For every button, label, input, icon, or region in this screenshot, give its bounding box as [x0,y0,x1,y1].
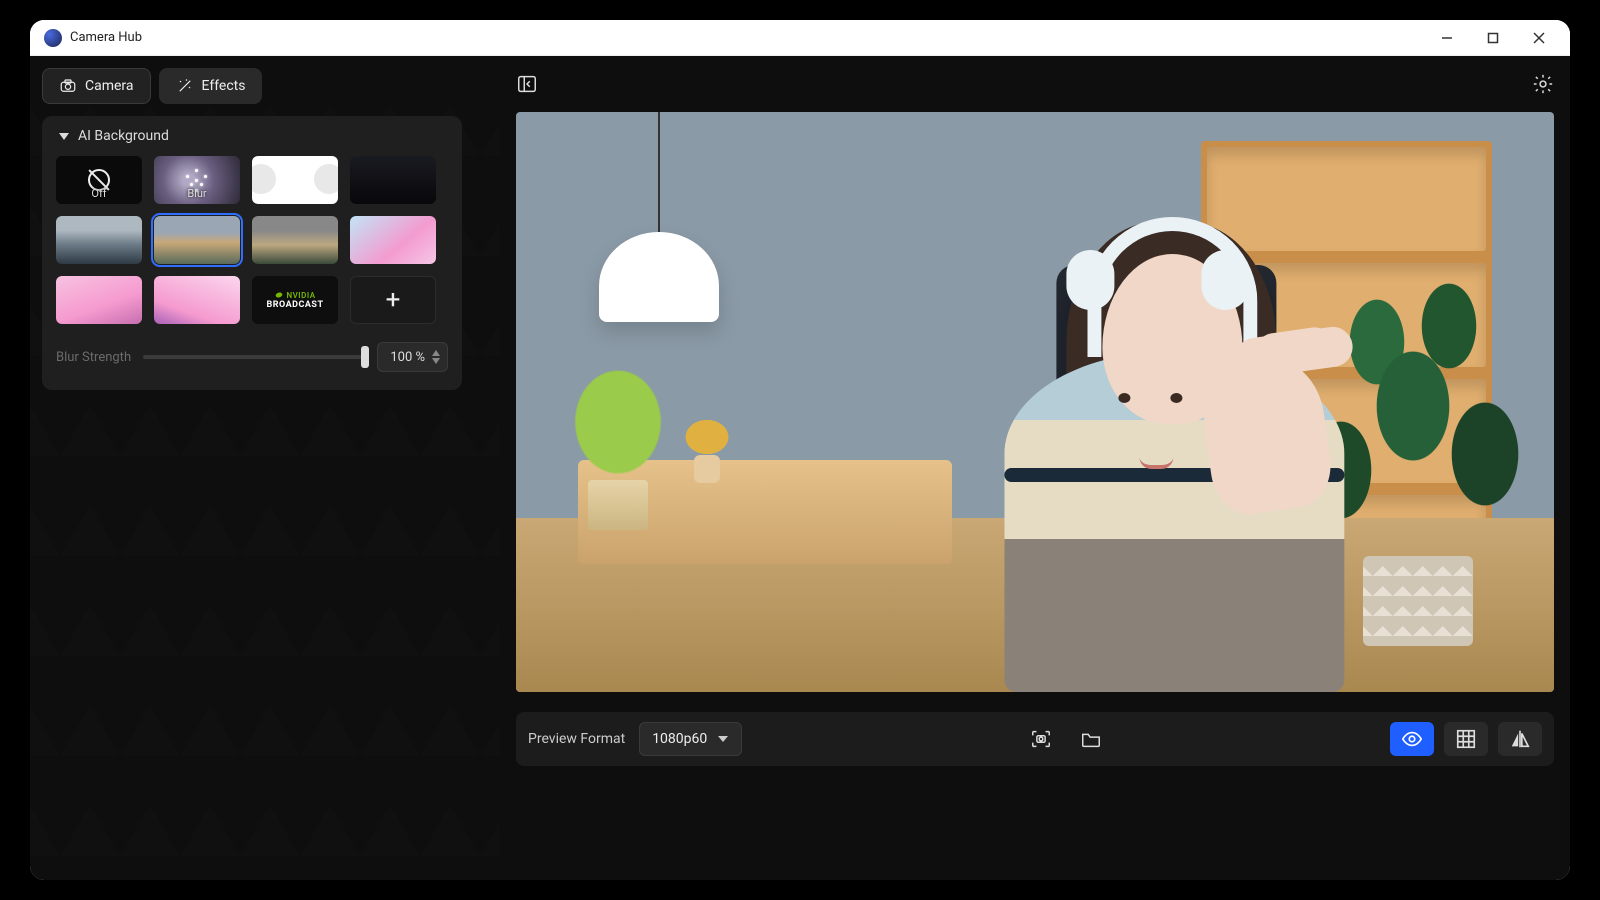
app-window: Camera Hub Camera Effects [30,20,1570,880]
blur-strength-label: Blur Strength [56,350,131,365]
grid-icon [1455,728,1477,750]
blur-strength-value: 100 % [390,350,425,365]
close-icon [1533,32,1545,44]
main-area: Preview Format 1080p60 [500,56,1570,880]
preview-mode-eye[interactable] [1390,722,1434,756]
bg-option-anime-room[interactable] [350,216,436,264]
nvidia-broadcast-text: BROADCAST [266,300,323,310]
maximize-icon [1487,32,1499,44]
blur-strength-row: Blur Strength 100 % [56,342,448,372]
minimize-icon [1441,32,1453,44]
bg-option-off[interactable]: Off [56,156,142,204]
preview-format-label: Preview Format [528,731,625,747]
chevron-down-icon [58,130,70,142]
slider-handle[interactable] [361,346,369,368]
top-toolbar [500,56,1570,112]
sidebar: Camera Effects AI Background Off [30,56,500,880]
nvidia-brand-text: NVIDIA [286,291,315,300]
bg-option-off-label: Off [56,187,142,200]
center-action-group [756,728,1376,750]
eye-icon [1401,728,1423,750]
preview-format-select[interactable]: 1080p60 [639,722,742,756]
blur-strength-slider[interactable] [143,355,365,359]
preview-mode-mirror[interactable] [1498,722,1542,756]
bg-option-dark[interactable] [350,156,436,204]
blur-strength-value-box[interactable]: 100 % [377,342,448,372]
open-folder-button[interactable] [1080,728,1102,750]
snapshot-button[interactable] [1030,728,1052,750]
folder-icon [1080,728,1102,750]
plus-icon: + [386,285,401,315]
bg-option-living-room[interactable] [154,216,240,264]
camera-icon [59,77,77,95]
tab-effects[interactable]: Effects [159,68,263,104]
chevron-down-icon [717,733,729,745]
nvidia-logo: NVIDIA [274,290,315,300]
tab-camera-label: Camera [85,78,134,94]
window-maximize-button[interactable] [1470,20,1516,56]
preview-mode-grid[interactable] [1444,722,1488,756]
ai-background-panel: AI Background Off Blur [42,116,462,390]
window-minimize-button[interactable] [1424,20,1470,56]
camera-preview [516,112,1554,692]
preview-scene [516,112,1554,692]
window-close-button[interactable] [1516,20,1562,56]
bg-option-office-1[interactable] [56,216,142,264]
tab-effects-label: Effects [202,78,246,94]
bg-option-office-2[interactable] [252,216,338,264]
background-grid: Off Blur [56,156,448,324]
preview-format-value: 1080p60 [652,731,707,747]
bg-option-pink-2[interactable] [154,276,240,324]
bg-option-white[interactable] [252,156,338,204]
settings-button[interactable] [1532,73,1554,95]
tab-camera[interactable]: Camera [42,68,151,104]
panel-title: AI Background [78,128,169,144]
mirror-icon [1509,728,1531,750]
blur-strength-stepper[interactable] [431,349,441,365]
collapse-icon [516,73,538,95]
stepper-up-icon [431,349,441,357]
titlebar: Camera Hub [30,20,1570,56]
mode-tabs: Camera Effects [42,68,488,104]
wand-icon [176,77,194,95]
preview-mode-group [1390,722,1542,756]
bg-option-blur[interactable]: Blur [154,156,240,204]
app-title: Camera Hub [70,30,142,45]
bg-option-add[interactable]: + [350,276,436,324]
stepper-down-icon [431,357,441,365]
bg-option-nvidia-broadcast[interactable]: NVIDIA BROADCAST [252,276,338,324]
panel-header[interactable]: AI Background [56,128,448,144]
gear-icon [1532,73,1554,95]
bottom-bar: Preview Format 1080p60 [516,712,1554,766]
bg-option-pink-1[interactable] [56,276,142,324]
app-icon [44,29,62,47]
collapse-sidebar-button[interactable] [516,73,538,95]
snapshot-icon [1030,728,1052,750]
bg-option-blur-label: Blur [154,187,240,200]
